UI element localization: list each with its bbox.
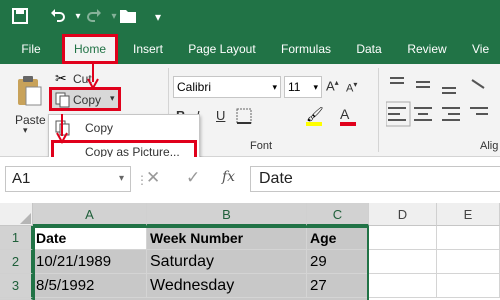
column-header-d[interactable]: D [369,203,437,226]
fill-color-button[interactable]: 🖌 [306,106,332,126]
cell-b2[interactable]: Saturday [147,250,307,274]
font-name-value: Calibri [177,80,212,94]
grow-font-icon[interactable]: A▴ [326,78,339,93]
open-folder-icon[interactable] [118,7,138,27]
menu-item-copy-label: Copy [85,121,114,135]
scissors-icon: ✂ [55,70,67,86]
annotation-arrow-icon [87,62,99,90]
select-all-corner[interactable] [0,203,33,226]
tab-file[interactable]: File [14,34,48,64]
cell-e2[interactable] [437,250,500,274]
redo-icon[interactable] [84,7,104,27]
insert-function-icon[interactable]: fx [222,169,235,185]
enter-check-icon[interactable]: ✓ [186,168,200,188]
font-size-select[interactable]: 11 ▾ [284,76,322,98]
paste-button[interactable]: Paste ▾ [8,70,48,138]
cell-d2[interactable] [369,250,437,274]
paint-bucket-icon: 🖌 [306,106,324,122]
formula-bar-area: A1 ▾ ⋮ ✕ ✓ fx Date [0,157,500,203]
cell-c3[interactable]: 27 [307,274,369,298]
paste-dropdown-icon: ▾ [23,125,28,135]
title-bar: ▾ ▾ ▾ [0,0,500,34]
alignment-icons [385,77,488,127]
cell-b1[interactable]: Week Number [147,226,307,250]
tab-review[interactable]: Review [402,34,452,64]
font-size-value: 11 [288,80,301,94]
tab-data[interactable]: Data [352,34,386,64]
name-box-dropdown-icon: ▾ [118,173,124,184]
name-box[interactable]: A1 ▾ [5,166,131,192]
divider [378,68,379,152]
tab-view[interactable]: Vie [472,34,500,64]
cell-d3[interactable] [369,274,437,298]
row-header-2[interactable]: 2 [0,250,33,274]
select-all-icon [20,213,31,224]
cell-a3[interactable]: 8/5/1992 [33,274,147,298]
copy-icon [55,92,70,108]
column-header-c[interactable]: C [307,203,369,226]
customize-qat-icon[interactable]: ▾ [148,7,168,27]
column-header-e[interactable]: E [437,203,500,226]
cell-d1[interactable] [369,226,437,250]
underline-button[interactable]: U [216,108,225,123]
cell-c1[interactable]: Age [307,226,369,250]
row-header-1[interactable]: 1 [0,226,33,250]
cell-e3[interactable] [437,274,500,298]
font-color-button[interactable]: A [340,106,364,126]
ribbon-tabs: File Home Insert Page Layout Formulas Da… [0,34,500,64]
annotation-arrow-icon [56,114,68,144]
cell-e1[interactable] [437,226,500,250]
font-group-label: Font [250,140,273,152]
font-name-select[interactable]: Calibri ▾ [173,76,281,98]
tab-home[interactable]: Home [62,34,118,64]
cancel-icon[interactable]: ✕ [146,168,160,188]
cell-c2[interactable]: 29 [307,250,369,274]
fill-color-swatch [306,122,322,126]
paste-label: Paste [15,113,46,127]
shrink-font-icon[interactable]: A▾ [346,80,357,95]
font-color-swatch [340,122,356,126]
tab-page-layout[interactable]: Page Layout [184,34,260,64]
copy-label: Copy [73,93,102,107]
tab-formulas[interactable]: Formulas [276,34,336,64]
cell-b3[interactable]: Wednesday [147,274,307,298]
column-header-a[interactable]: A [33,203,147,226]
alignment-group-label: Alig [480,140,499,152]
name-box-value: A1 [12,170,31,187]
tab-insert[interactable]: Insert [126,34,170,64]
borders-icon [236,108,252,124]
undo-icon[interactable] [48,7,68,27]
font-color-letter: A [340,106,350,122]
font-size-dropdown-icon: ▾ [313,82,318,92]
save-icon[interactable] [10,7,30,27]
copy-dropdown-icon: ▾ [110,93,115,103]
cell-a1[interactable]: Date [33,226,147,250]
borders-button[interactable] [236,108,266,126]
formula-input[interactable]: Date [250,166,500,192]
cell-a2[interactable]: 10/21/1989 [33,250,147,274]
copy-button[interactable]: Copy ▾ [49,87,121,111]
row-header-3[interactable]: 3 [0,274,33,298]
column-header-b[interactable]: B [147,203,307,226]
paste-icon [18,76,42,106]
font-name-dropdown-icon: ▾ [272,82,277,92]
menu-item-copy[interactable]: Copy [51,117,197,139]
alignment-buttons [385,74,496,134]
